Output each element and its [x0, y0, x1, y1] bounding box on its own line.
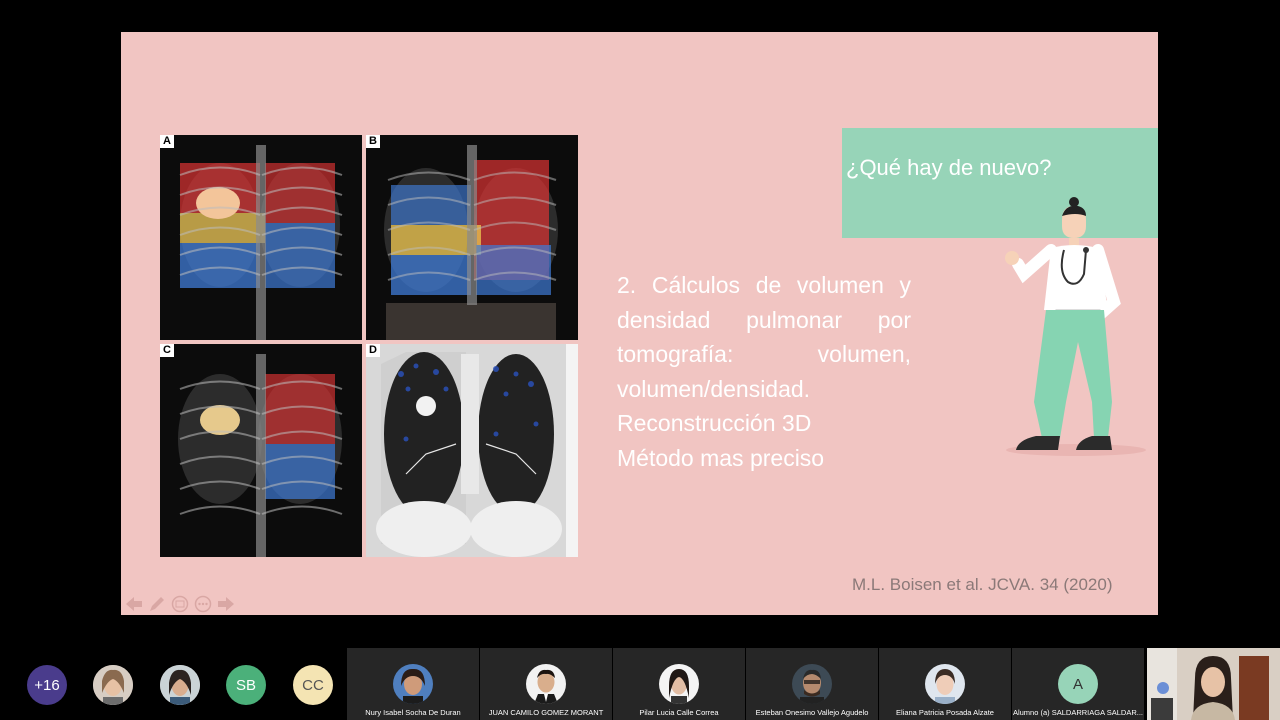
next-slide-button[interactable] — [216, 594, 236, 614]
word: Cálculos — [651, 272, 741, 298]
slide-view-button[interactable] — [170, 594, 190, 614]
body-line-6: Método mas preciso — [617, 444, 825, 471]
panel-label-c: C — [160, 344, 174, 357]
panel-label-b: B — [366, 135, 380, 148]
speaker-video-frame — [1147, 648, 1280, 720]
participant-tile[interactable]: A Alumno (a) SALDARRIAGA SALDAR... — [1012, 648, 1144, 720]
pen-tool-button[interactable] — [147, 594, 167, 614]
participant-name: Alumno (a) SALDARRIAGA SALDAR... — [1012, 708, 1144, 717]
citation-text: M.L. Boisen et al. JCVA. 34 (2020) — [852, 575, 1113, 594]
doctor-illustration — [1005, 197, 1146, 456]
slide-navigation-toolbar — [124, 594, 236, 614]
panel-label-d: D — [366, 344, 380, 357]
participant-avatar[interactable] — [93, 665, 133, 705]
body-line-2: densidad pulmonar por — [617, 303, 911, 338]
word: tomografía: — [617, 341, 734, 367]
word: 2. — [617, 272, 637, 298]
word: y — [899, 272, 912, 298]
panel-label-a: A — [160, 135, 174, 148]
person-photo-icon — [160, 665, 200, 705]
slide-body-text: 2. Cálculos de volumen y densidad pulmon… — [617, 268, 911, 475]
participant-tile[interactable]: Nury Isabel Socha De Duran — [347, 648, 479, 720]
participant-avatar — [526, 664, 566, 704]
previous-slide-button[interactable] — [124, 594, 144, 614]
participant-name: Nury Isabel Socha De Duran — [365, 708, 461, 717]
participant-avatar[interactable] — [160, 665, 200, 705]
body-line-4: volumen/densidad. — [617, 375, 811, 402]
more-icon — [194, 595, 212, 613]
word: volumen, — [817, 341, 911, 367]
person-photo-icon — [925, 664, 965, 704]
word: por — [877, 306, 911, 333]
body-line-3: tomografía: volumen, — [617, 337, 911, 372]
arrow-right-icon — [218, 597, 234, 611]
participant-avatar — [925, 664, 965, 704]
word: volumen — [796, 272, 884, 298]
person-photo-icon — [393, 664, 433, 704]
participant-initials-avatar[interactable]: SB — [226, 665, 266, 705]
participant-initials-avatar[interactable]: CC — [293, 665, 333, 705]
body-line-5: Reconstrucción 3D — [617, 410, 812, 436]
ct-coronal-scan-panel-d: D — [366, 344, 578, 557]
participants-strip: +16 SB CC Nury Isabel Socha De Duran JUA… — [0, 648, 1280, 720]
ct-reconstruction-panel-b: B — [366, 135, 578, 340]
body-line-1: 2. Cálculos de volumen y — [617, 268, 911, 303]
banner-title: ¿Qué hay de nuevo? — [846, 155, 1052, 180]
participant-avatar — [659, 664, 699, 704]
more-options-button[interactable] — [193, 594, 213, 614]
participant-tile[interactable]: Eliana Patricia Posada Alzate — [879, 648, 1011, 720]
presentation-slide: A B C D ¿Qué hay de nuevo? 2. Cálculos d… — [121, 32, 1158, 615]
person-photo-icon — [792, 664, 832, 704]
person-photo-icon — [526, 664, 566, 704]
word: densidad — [617, 306, 711, 333]
ct-reconstruction-panel-c: C — [160, 344, 362, 557]
slides-icon — [171, 595, 189, 613]
active-speaker-video[interactable] — [1147, 648, 1280, 720]
word: pulmonar — [746, 306, 842, 333]
participant-initials-avatar: A — [1058, 664, 1098, 704]
participant-tile[interactable]: JUAN CAMILO GOMEZ MORANT — [480, 648, 612, 720]
ct-reconstruction-panel-a: A — [160, 135, 362, 340]
participant-tile[interactable]: Esteban Onesimo Vallejo Agudelo — [746, 648, 878, 720]
participant-name: Pilar Lucia Calle Correa — [639, 708, 719, 717]
person-photo-icon — [659, 664, 699, 704]
more-participants-button[interactable]: +16 — [27, 665, 67, 705]
word: de — [755, 272, 782, 298]
arrow-left-icon — [126, 597, 142, 611]
participant-name: Esteban Onesimo Vallejo Agudelo — [755, 708, 869, 717]
participant-tile[interactable]: Pilar Lucia Calle Correa — [613, 648, 745, 720]
participant-avatar — [792, 664, 832, 704]
participant-avatar — [393, 664, 433, 704]
participant-name: Eliana Patricia Posada Alzate — [896, 708, 994, 717]
participant-name: JUAN CAMILO GOMEZ MORANT — [488, 708, 604, 717]
pen-icon — [150, 597, 164, 611]
person-photo-icon — [93, 665, 133, 705]
